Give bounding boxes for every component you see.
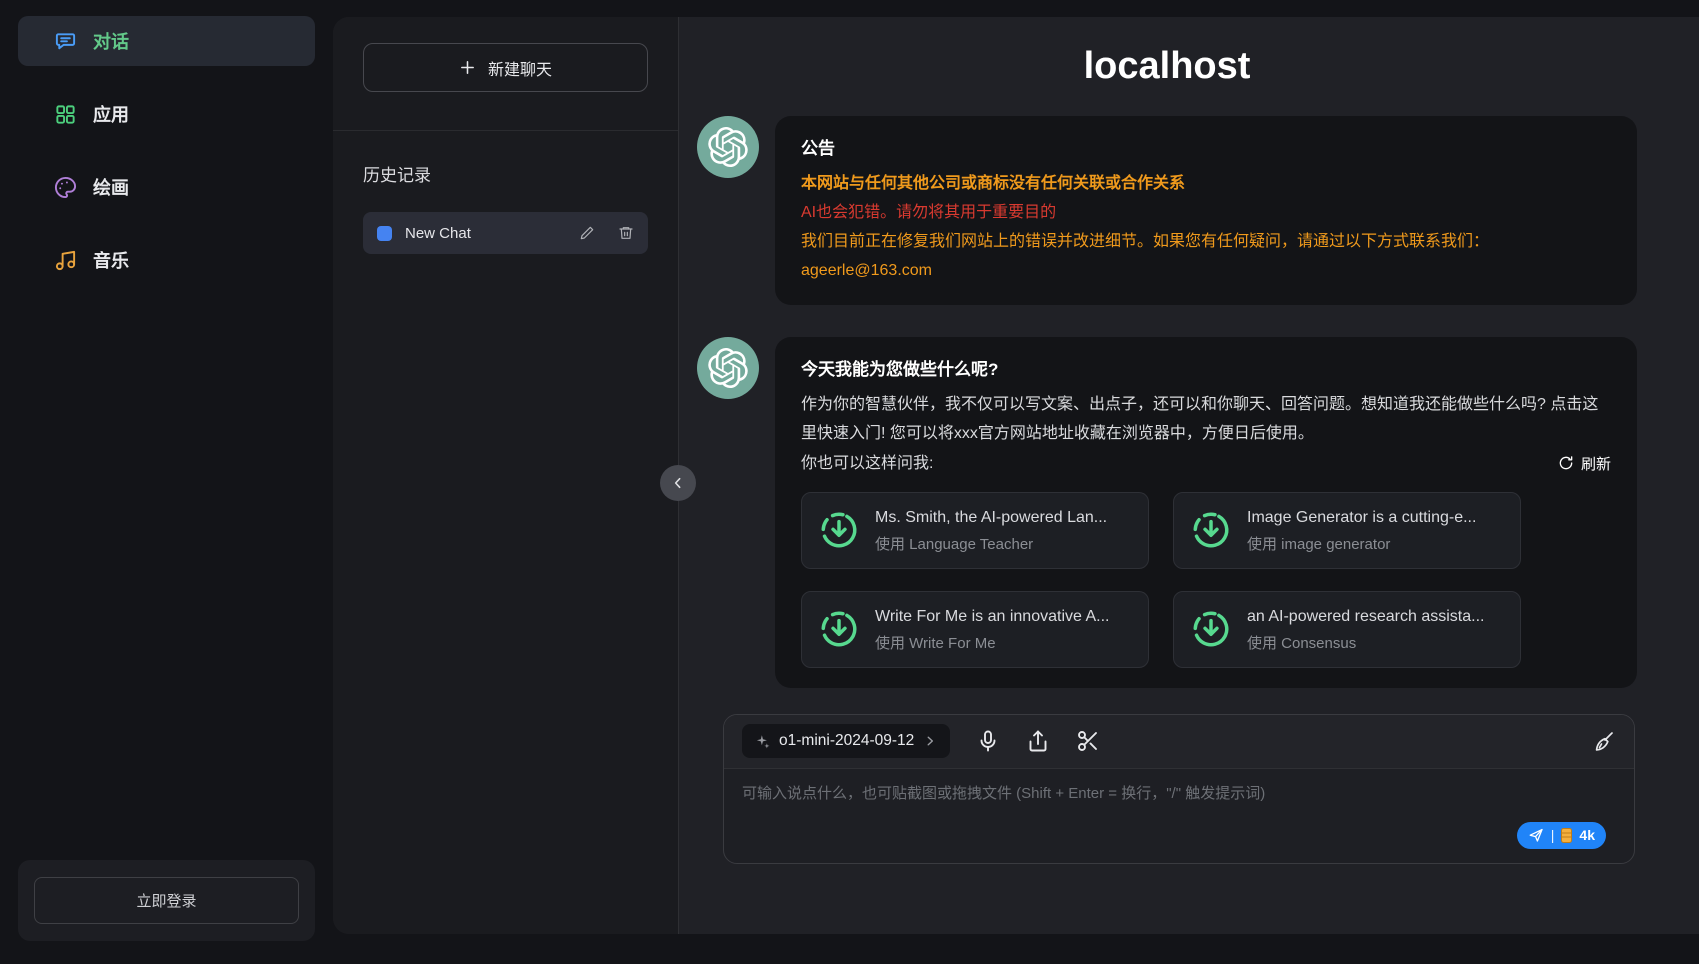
assistant-avatar (697, 337, 759, 399)
composer-input-area: | 4k (724, 769, 1634, 863)
chat-bubble-icon (54, 30, 77, 53)
announcement-heading: 公告 (801, 134, 1611, 165)
badge-separator: | (1551, 827, 1555, 843)
upload-icon (1026, 729, 1050, 753)
sidebar-item-label: 对话 (93, 28, 129, 54)
suggestion-subtitle: 使用 Consensus (1247, 633, 1484, 654)
upload-button[interactable] (1026, 729, 1050, 753)
welcome-bubble: 今天我能为您做些什么呢? 作为你的智慧伙伴，我不仅可以写文案、出点子，还可以和你… (775, 337, 1637, 687)
download-circle-icon (818, 608, 860, 650)
list-divider (333, 130, 678, 131)
palette-icon (54, 176, 77, 199)
send-plane-icon (1528, 827, 1544, 843)
scissors-icon (1076, 729, 1100, 753)
model-label: o1-mini-2024-09-12 (779, 732, 914, 750)
login-button[interactable]: 立即登录 (34, 877, 299, 924)
openai-logo-icon (708, 127, 748, 167)
suggestion-title: an AI-powered research assista... (1247, 605, 1484, 629)
announcement-bubble: 公告 本网站与任何其他公司或商标没有任何关联或合作关系 AI也会犯错。请勿将其用… (775, 116, 1637, 305)
chat-list-panel: 新建聊天 历史记录 New Chat (333, 17, 678, 934)
clear-context-button[interactable] (1592, 729, 1616, 753)
message-announcement: 公告 本网站与任何其他公司或商标没有任何关联或合作关系 AI也会犯错。请勿将其用… (697, 116, 1637, 305)
sidebar-item-apps[interactable]: 应用 (18, 89, 315, 139)
suggestion-subtitle: 使用 Write For Me (875, 633, 1109, 654)
sidebar-item-label: 音乐 (93, 247, 129, 273)
assistant-avatar (697, 116, 759, 178)
openai-logo-icon (708, 348, 748, 388)
page-title: localhost (697, 45, 1637, 88)
message-input[interactable] (724, 769, 1634, 863)
sidebar-item-drawing[interactable]: 绘画 (18, 162, 315, 212)
sidebar-item-label: 应用 (93, 101, 129, 127)
suggestion-subtitle: 使用 Language Teacher (875, 534, 1107, 555)
suggestion-card[interactable]: Ms. Smith, the AI-powered Lan... 使用 Lang… (801, 492, 1149, 569)
suggestion-title: Image Generator is a cutting-e... (1247, 506, 1476, 530)
sidebar-item-chat[interactable]: 对话 (18, 16, 315, 66)
history-title: 历史记录 (363, 161, 648, 186)
sidebar: 对话 应用 绘画 音乐 立即登录 (0, 0, 333, 964)
announcement-email: ageerle@163.com (801, 256, 1611, 285)
suggestion-card[interactable]: Image Generator is a cutting-e... 使用 ima… (1173, 492, 1521, 569)
microphone-button[interactable] (976, 729, 1000, 753)
download-circle-icon (1190, 608, 1232, 650)
content-container: 新建聊天 历史记录 New Chat (333, 17, 1699, 934)
token-count: 4k (1579, 827, 1595, 843)
chat-color-dot (377, 226, 392, 241)
welcome-body: 作为你的智慧伙伴，我不仅可以写文案、出点子，还可以和你聊天、回答问题。想知道我还… (801, 390, 1611, 448)
ask-label: 你也可以这样问我: (801, 449, 933, 478)
suggestion-card[interactable]: Write For Me is an innovative A... 使用 Wr… (801, 591, 1149, 668)
chevron-right-icon (923, 734, 937, 748)
edit-icon[interactable] (579, 225, 595, 241)
panel-divider (678, 17, 679, 934)
sidebar-item-label: 绘画 (93, 174, 129, 200)
scissors-button[interactable] (1076, 729, 1100, 753)
plus-icon (459, 59, 476, 76)
history-item-title: New Chat (405, 225, 556, 242)
suggestion-subtitle: 使用 image generator (1247, 534, 1476, 555)
sparkle-icon (755, 734, 770, 749)
delete-icon[interactable] (618, 225, 634, 241)
download-circle-icon (1190, 509, 1232, 551)
send-token-badge[interactable]: | 4k (1517, 822, 1606, 849)
refresh-suggestions-button[interactable]: 刷新 (1558, 453, 1611, 474)
suggestion-cards: Ms. Smith, the AI-powered Lan... 使用 Lang… (801, 492, 1611, 668)
microphone-icon (976, 729, 1000, 753)
refresh-label: 刷新 (1581, 453, 1611, 474)
suggestion-title: Ms. Smith, the AI-powered Lan... (875, 506, 1107, 530)
refresh-icon (1558, 455, 1574, 471)
suggestion-card[interactable]: an AI-powered research assista... 使用 Con… (1173, 591, 1521, 668)
music-note-icon (54, 249, 77, 272)
collapse-sidebar-button[interactable] (660, 465, 696, 501)
suggestion-title: Write For Me is an innovative A... (875, 605, 1109, 629)
composer-toolbar: o1-mini-2024-09-12 (724, 715, 1634, 769)
composer: o1-mini-2024-09-12 (723, 714, 1635, 864)
chat-main: localhost 公告 本网站与任何其他公司或商标没有任何关联或合作关系 AI… (679, 17, 1699, 934)
new-chat-button[interactable]: 新建聊天 (363, 43, 648, 92)
sidebar-item-music[interactable]: 音乐 (18, 235, 315, 285)
announcement-line-2: AI也会犯错。请勿将其用于重要目的 (801, 198, 1611, 227)
download-circle-icon (818, 509, 860, 551)
model-selector[interactable]: o1-mini-2024-09-12 (742, 724, 950, 758)
apps-grid-icon (54, 103, 77, 126)
new-chat-label: 新建聊天 (488, 56, 552, 80)
history-item-new-chat[interactable]: New Chat (363, 212, 648, 254)
broom-icon (1592, 729, 1616, 753)
announcement-line-3: 我们目前正在修复我们网站上的错误并改进细节。如果您有任何疑问，请通过以下方式联系… (801, 227, 1611, 256)
coin-icon (1561, 828, 1572, 843)
message-welcome: 今天我能为您做些什么呢? 作为你的智慧伙伴，我不仅可以写文案、出点子，还可以和你… (697, 337, 1637, 687)
announcement-line-1: 本网站与任何其他公司或商标没有任何关联或合作关系 (801, 169, 1611, 198)
welcome-heading: 今天我能为您做些什么呢? (801, 355, 1611, 386)
login-card: 立即登录 (18, 860, 315, 941)
chevron-left-icon (670, 475, 686, 491)
